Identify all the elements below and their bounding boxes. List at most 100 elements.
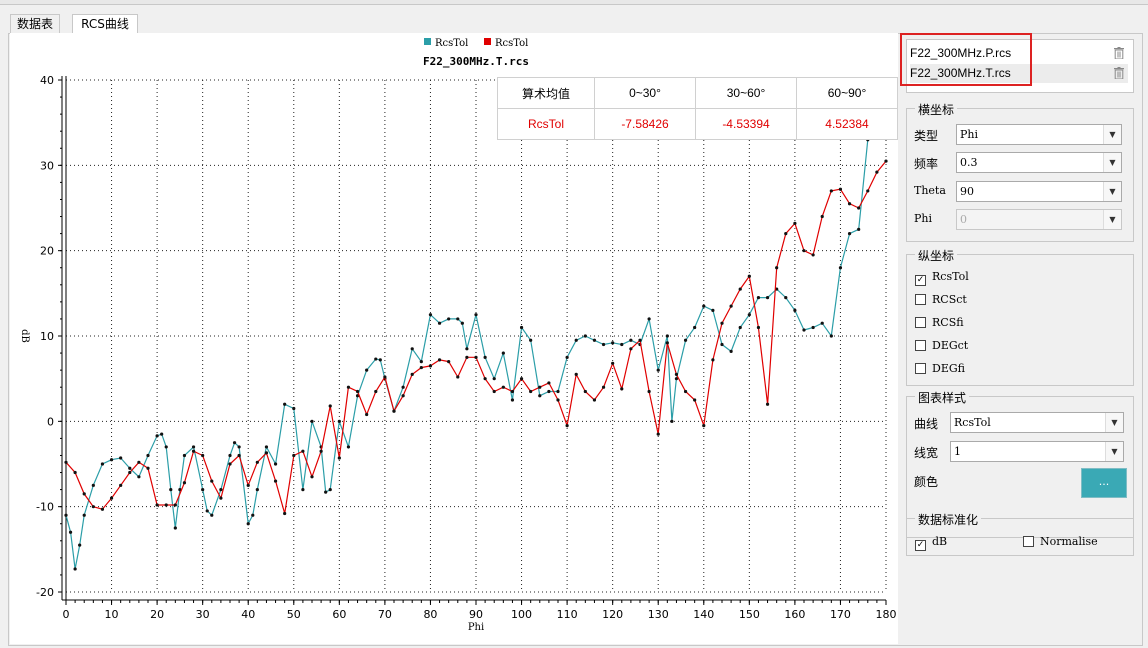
data-point <box>756 296 761 300</box>
phi-select: 0 ▼ <box>956 209 1122 230</box>
checkbox-rcsfi[interactable]: RCSfi <box>915 316 964 329</box>
checkbox-degfi[interactable]: DEGfi <box>915 362 965 375</box>
x-tick-label: 130 <box>648 608 669 621</box>
checkbox-rcstol[interactable]: ✓ RcsTol <box>915 270 969 286</box>
theta-select[interactable]: 90 ▼ <box>956 181 1122 202</box>
checkbox-label: Normalise <box>1040 535 1098 548</box>
data-point <box>683 338 688 342</box>
theta-value: 90 <box>960 185 974 198</box>
data-point <box>301 488 305 492</box>
data-point <box>273 462 278 466</box>
color-picker-button[interactable]: ... <box>1081 468 1127 498</box>
y-axis-label: dB <box>19 329 30 343</box>
freq-select[interactable]: 0.3 ▼ <box>956 152 1122 173</box>
stats-header-label: 算术均值 <box>497 77 595 109</box>
data-point <box>328 404 332 408</box>
data-point <box>337 419 341 423</box>
data-point <box>665 341 669 345</box>
checkbox-degct[interactable]: DEGct <box>915 339 968 352</box>
checkbox-label: DEGfi <box>932 362 965 375</box>
trash-icon[interactable] <box>1114 47 1124 59</box>
tab-rcs-curve[interactable]: RCS曲线 <box>72 14 138 34</box>
x-tick-label: 10 <box>105 608 119 621</box>
data-point <box>574 338 578 342</box>
data-point <box>693 398 697 402</box>
data-point <box>838 187 843 191</box>
data-point <box>638 338 642 342</box>
data-point <box>205 509 209 513</box>
data-point <box>738 325 742 330</box>
data-point <box>547 381 551 385</box>
data-point <box>847 232 852 236</box>
type-label: 类型 <box>914 129 939 143</box>
data-point <box>875 170 879 174</box>
data-point <box>483 355 487 359</box>
freq-value: 0.3 <box>960 156 978 169</box>
data-point <box>191 449 196 453</box>
data-point <box>765 402 770 406</box>
data-point <box>656 432 660 436</box>
data-point <box>173 503 177 507</box>
data-point <box>246 522 250 526</box>
data-point <box>601 385 606 389</box>
data-point <box>592 398 597 402</box>
data-point <box>829 189 833 193</box>
data-point <box>210 479 214 483</box>
line-width-select[interactable]: 1 ▼ <box>950 441 1124 462</box>
data-point <box>128 466 132 470</box>
data-point <box>802 328 806 332</box>
data-point <box>437 321 442 325</box>
data-point <box>538 394 542 398</box>
data-point <box>346 385 351 389</box>
x-tick-label: 20 <box>150 608 164 621</box>
phi-value: 0 <box>960 213 967 226</box>
type-select[interactable]: Phi ▼ <box>956 124 1122 145</box>
legend-label: RcsTol <box>495 38 528 49</box>
data-point <box>456 375 460 379</box>
data-point <box>738 287 742 291</box>
data-point <box>137 475 141 479</box>
data-point <box>629 338 633 342</box>
trash-icon[interactable] <box>1114 67 1124 79</box>
x-tick-label: 120 <box>602 608 623 621</box>
data-point <box>756 325 761 330</box>
data-point <box>419 360 423 364</box>
checkbox-db[interactable]: ✓ dB <box>915 535 947 551</box>
legend-swatch <box>484 38 491 45</box>
data-point <box>169 488 173 492</box>
checkbox-rcsct[interactable]: RCSct <box>915 293 967 306</box>
x-tick-label: 170 <box>830 608 851 621</box>
normalize-group: 数据标准化 ✓ dB Normalise <box>906 511 1134 556</box>
data-point <box>292 453 296 458</box>
data-point <box>365 412 369 417</box>
data-point <box>510 389 515 394</box>
data-point <box>784 232 788 236</box>
data-point <box>100 462 105 466</box>
data-point <box>647 389 651 394</box>
chevron-down-icon: ▼ <box>1105 442 1123 461</box>
x-tick-label: 140 <box>693 608 714 621</box>
x-tick-label: 50 <box>287 608 301 621</box>
data-point <box>601 342 606 347</box>
mean-stats-table: 算术均值 0~30° 30~60° 60~90° RcsTol -7.58426… <box>497 77 898 140</box>
window-top-strip <box>0 0 1148 5</box>
data-point <box>565 355 569 359</box>
data-point <box>556 389 560 394</box>
legend-label: RcsTol <box>435 38 468 49</box>
data-point <box>246 483 250 487</box>
checkbox-normalise[interactable]: Normalise <box>1023 535 1098 548</box>
stats-value-range3: 4.52384 <box>796 108 898 140</box>
data-point <box>383 375 387 379</box>
chevron-down-icon: ▼ <box>1103 210 1121 229</box>
red-highlight-box <box>900 33 1032 86</box>
tab-data-table[interactable]: 数据表 <box>10 14 60 34</box>
curve-select[interactable]: RcsTol ▼ <box>950 412 1124 433</box>
data-point <box>829 334 833 338</box>
data-point <box>510 398 515 402</box>
data-point <box>401 385 405 389</box>
data-point <box>711 308 715 312</box>
data-point <box>483 377 487 381</box>
checkbox-empty-icon <box>915 317 926 328</box>
data-point <box>820 321 824 325</box>
data-point <box>437 358 442 362</box>
